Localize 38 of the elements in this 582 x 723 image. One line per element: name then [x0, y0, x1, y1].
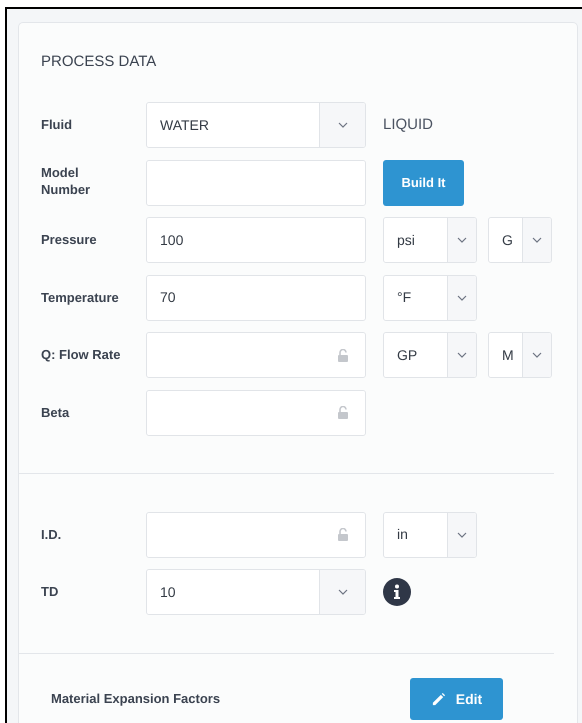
- unit-select[interactable]: GP: [383, 332, 477, 378]
- field-label: Fluid: [41, 116, 74, 133]
- padlock-icon: [337, 348, 349, 362]
- chevron-icon: [457, 237, 467, 243]
- padlock-icon: [337, 528, 349, 541]
- field-label: TD: [41, 583, 60, 600]
- padlock-icon: [337, 406, 349, 419]
- input-field[interactable]: [146, 332, 366, 378]
- chevron-icon: [338, 589, 348, 595]
- field-label: Beta: [41, 404, 70, 420]
- field-label: I.D.: [41, 526, 62, 542]
- chevron-icon: [532, 237, 542, 243]
- chevron-icon: [457, 352, 467, 358]
- dropdown-select[interactable]: WATER: [146, 102, 366, 148]
- chevron-icon: [457, 532, 467, 538]
- input-field[interactable]: 70: [146, 274, 366, 320]
- unit-select[interactable]: G: [488, 217, 552, 263]
- section-title: PROCESS DATA: [41, 52, 156, 72]
- field-label: Temperature: [41, 288, 120, 306]
- pencil-icon: [430, 692, 446, 706]
- input-field[interactable]: 100: [146, 217, 366, 263]
- unit-select[interactable]: in: [383, 512, 477, 558]
- field-label: Pressure: [41, 231, 98, 248]
- input-field[interactable]: [146, 512, 366, 558]
- input-field[interactable]: [146, 160, 366, 206]
- chevron-icon: [457, 294, 467, 300]
- field-label: Q: Flow Rate: [41, 346, 121, 363]
- unit-select[interactable]: °F: [383, 274, 477, 320]
- chevron-icon: [338, 122, 348, 128]
- chevron-icon: [532, 352, 542, 358]
- info-icon[interactable]: [383, 578, 411, 606]
- unit-select[interactable]: psi: [383, 217, 477, 263]
- unit-select[interactable]: M: [488, 332, 552, 378]
- input-field[interactable]: [146, 390, 366, 436]
- material-label: Material Expansion Factors: [51, 690, 222, 708]
- dropdown-select[interactable]: 10: [146, 569, 366, 615]
- field-label: Model Number: [41, 164, 92, 198]
- phase-text: LIQUID: [383, 114, 434, 135]
